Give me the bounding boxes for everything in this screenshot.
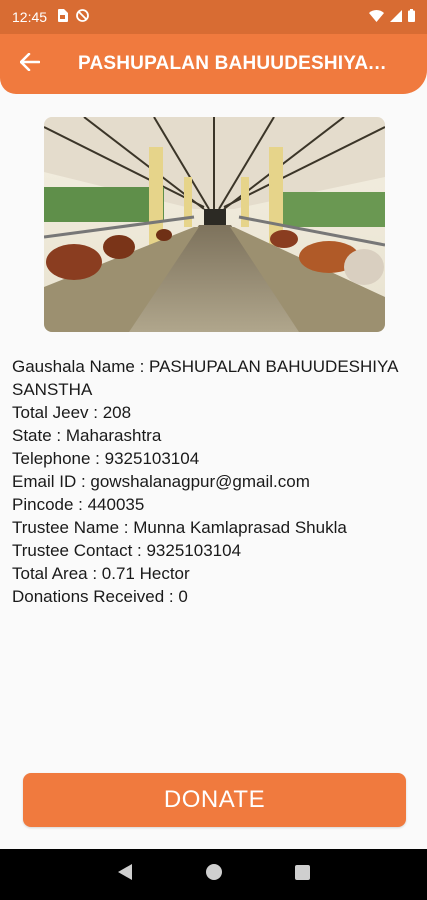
nav-home-button[interactable] (194, 855, 234, 895)
page-title: PASHUPALAN BAHUUDESHIYA SANSTHA (78, 53, 390, 74)
arrow-back-icon (19, 52, 41, 76)
sim-card-icon (57, 9, 69, 25)
trustee-name: Trustee Name : Munna Kamlaprasad Shukla (12, 518, 347, 537)
donations-received: Donations Received : 0 (12, 587, 188, 606)
email-id: Email ID : gowshalanagpur@gmail.com (12, 472, 310, 491)
gaushala-photo (44, 117, 385, 332)
pincode: Pincode : 440035 (12, 495, 145, 514)
nav-recents-button[interactable] (283, 855, 323, 895)
status-time: 12:45 (12, 9, 48, 25)
recents-square-icon (295, 864, 310, 885)
system-nav-bar (0, 849, 427, 900)
battery-icon (408, 9, 415, 25)
back-triangle-icon (117, 864, 132, 885)
app-bar: PASHUPALAN BAHUUDESHIYA SANSTHA (0, 34, 427, 94)
status-bar: 12:45 (0, 0, 427, 34)
nav-back-button[interactable] (105, 855, 145, 895)
home-circle-icon (205, 864, 222, 885)
state: State : Maharashtra (12, 426, 162, 445)
gaushala-details: Gaushala Name : PASHUPALAN BAHUUDESHIYA … (12, 355, 412, 608)
total-area: Total Area : 0.71 Hector (12, 564, 190, 583)
trustee-contact: Trustee Contact : 9325103104 (12, 541, 242, 560)
signal-icon (390, 9, 402, 25)
back-button[interactable] (0, 34, 60, 94)
no-disturb-icon (76, 9, 89, 25)
wifi-icon (369, 9, 384, 25)
total-jeev: Total Jeev : 208 (12, 403, 132, 422)
telephone: Telephone : 9325103104 (12, 449, 200, 468)
donate-button[interactable]: DONATE (23, 773, 406, 827)
donate-button-label: DONATE (163, 786, 266, 813)
gaushala-name: Gaushala Name : PASHUPALAN BAHUUDESHIYA … (12, 357, 398, 399)
